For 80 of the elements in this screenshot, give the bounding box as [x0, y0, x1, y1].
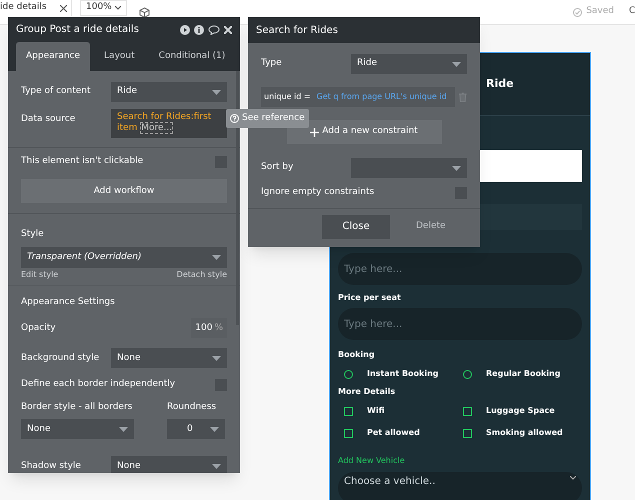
field-label: Ignore empty constraints: [261, 186, 374, 199]
zoom-dropdown[interactable]: 100%: [80, 0, 127, 16]
caret-icon: [452, 62, 461, 66]
field-label: Background style: [21, 352, 100, 364]
type-dropdown[interactable]: Ride: [351, 54, 467, 74]
add-vehicle-link[interactable]: Add New Vehicle: [338, 455, 582, 467]
background-dropdown[interactable]: None: [111, 348, 227, 368]
roundness-dropdown[interactable]: 0: [167, 419, 225, 440]
close-button[interactable]: Close: [322, 214, 390, 238]
section-label: More Details: [338, 386, 396, 398]
scrollbar[interactable]: [236, 71, 239, 325]
checkbox[interactable]: [344, 406, 353, 416]
see-reference-tooltip: See reference: [226, 109, 309, 128]
field-label: Type of content: [21, 85, 91, 98]
caret-icon: [212, 254, 221, 260]
add-constraint-button[interactable]: Add a new constraint: [286, 120, 442, 144]
border-dropdown[interactable]: None: [21, 419, 134, 440]
saved-status: Saved: [586, 5, 614, 18]
field-label: Define each border independently: [21, 378, 176, 392]
chevron-icon: [115, 6, 121, 10]
field-label: Border style - all borders: [21, 400, 134, 414]
field-label: Shadow style: [21, 460, 81, 472]
field-label: Sort by: [261, 161, 294, 174]
caret-icon: [452, 166, 461, 170]
chevron-icon: [570, 476, 576, 480]
field-label: Opacity: [21, 322, 56, 334]
text-field[interactable]: Type here...: [338, 253, 582, 285]
caret-icon: [210, 426, 219, 432]
option-label: Wifi: [367, 405, 384, 417]
option-label: Pet allowed: [367, 427, 420, 439]
section-label: Appearance Settings: [20, 296, 116, 309]
type-dropdown[interactable]: Ride: [111, 82, 227, 102]
text-field[interactable]: Type here...: [338, 308, 582, 340]
checkbox[interactable]: [344, 428, 353, 438]
option-label: Luggage Space: [486, 405, 555, 417]
page-tab[interactable]: ide details: [0, 0, 72, 16]
cut-label: C: [629, 5, 635, 18]
popup-title: Search for Rides: [256, 24, 338, 38]
option-label: Instant Booking: [367, 368, 439, 380]
data-source-field[interactable]: Search for Rides:first item More...: [111, 109, 227, 138]
edit-style-link[interactable]: Edit style: [21, 268, 58, 281]
field-label: Type: [261, 57, 282, 70]
caret-icon: [119, 426, 128, 432]
style-dropdown[interactable]: Transparent (Overridden): [21, 246, 227, 268]
comment-icon[interactable]: [208, 24, 220, 34]
vehicle-select[interactable]: Choose a vehicle..: [338, 472, 582, 500]
radio-button[interactable]: [463, 370, 472, 378]
shadow-dropdown[interactable]: None: [111, 456, 227, 473]
panel-tab[interactable]: Conditional (1): [148, 42, 236, 71]
more-link[interactable]: More...: [140, 122, 174, 134]
panel-tab[interactable]: Layout: [94, 42, 145, 71]
caret-icon: [212, 90, 221, 94]
opacity-field[interactable]: 100 %: [191, 318, 227, 338]
option-label: Smoking allowed: [486, 427, 563, 439]
cube-icon[interactable]: [139, 6, 150, 18]
field-label: Price per seat: [338, 292, 402, 304]
info-icon[interactable]: [194, 24, 204, 34]
section-label: Style: [20, 228, 45, 242]
constraint-field: unique id =: [264, 91, 311, 103]
radio-button[interactable]: [344, 370, 353, 378]
detach-style-link[interactable]: Detach style: [176, 268, 227, 281]
check-circle-icon: [573, 8, 582, 16]
section-label: Booking: [338, 349, 376, 361]
form-title: Ride: [486, 76, 514, 92]
play-icon[interactable]: [180, 24, 190, 34]
field-label: Data source: [21, 113, 76, 126]
caret-icon: [212, 464, 221, 469]
constraint-row[interactable]: unique id = Get q from page URL's unique id: [261, 87, 456, 107]
help-icon: [230, 114, 239, 123]
plus-icon: [310, 128, 320, 136]
panel-title: Group Post a ride details: [16, 23, 139, 37]
caret-icon: [212, 356, 221, 361]
checkbox[interactable]: [463, 428, 472, 438]
field-label: This element isn't clickable: [21, 155, 144, 168]
option-label: Regular Booking: [486, 368, 560, 380]
panel-tab[interactable]: Appearance: [16, 42, 90, 71]
field-label: Roundness: [167, 400, 216, 414]
close-icon[interactable]: [60, 4, 67, 12]
checkbox[interactable]: [463, 406, 472, 416]
add-workflow-button[interactable]: Add workflow: [21, 179, 227, 204]
